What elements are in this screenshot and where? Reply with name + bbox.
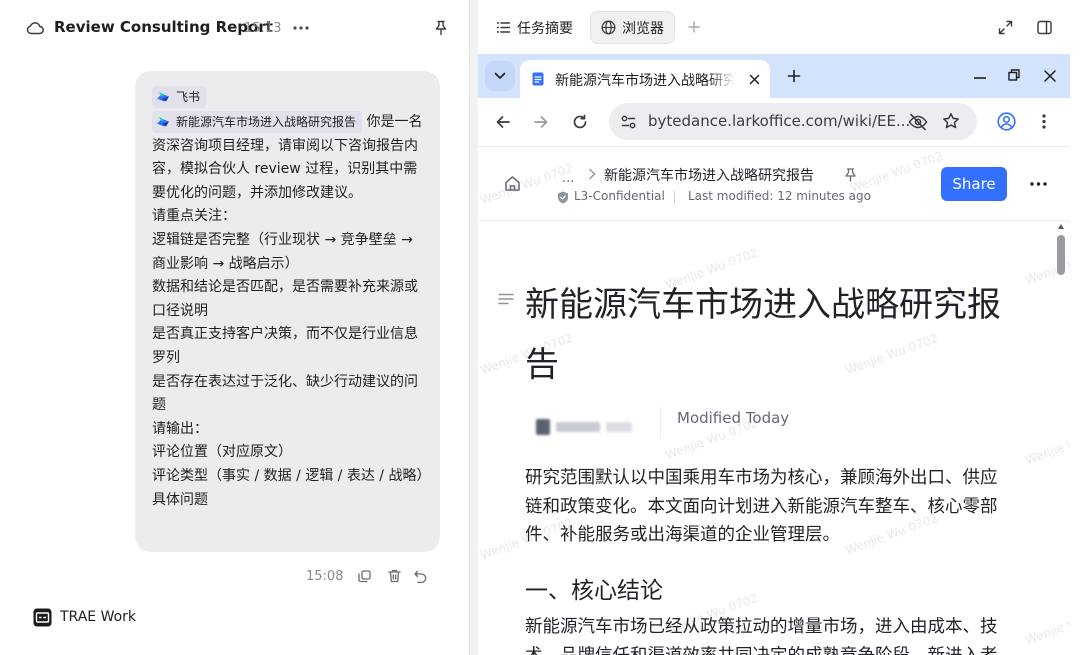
- output-heading: 请输出：: [152, 420, 208, 437]
- share-button[interactable]: Share: [941, 167, 1007, 201]
- trae-logo-icon: [33, 608, 52, 627]
- confidentiality-label[interactable]: L3-Confidential: [574, 189, 665, 203]
- web-page: ··· 新能源汽车市场进入战略研究报告 L3-Confidential Last…: [478, 146, 1070, 655]
- focus-item: 是否真正支持客户决策，而不仅是行业信息罗列: [152, 326, 418, 366]
- focus-heading: 请重点关注：: [152, 208, 236, 225]
- copy-icon[interactable]: [358, 570, 371, 583]
- author-redacted: [536, 413, 646, 441]
- pin-icon[interactable]: [844, 168, 857, 182]
- minimize-icon[interactable]: [974, 77, 986, 79]
- reload-icon[interactable]: [572, 114, 588, 130]
- site-info-icon[interactable]: [621, 115, 636, 129]
- tab-task-summary[interactable]: 任务摘要: [486, 11, 583, 44]
- output-item: 具体问题: [152, 491, 208, 508]
- doc-header: ··· 新能源汽车市场进入战略研究报告 L3-Confidential Last…: [478, 147, 1070, 221]
- output-item: 评论位置（对应原文）: [152, 444, 292, 461]
- restore-window-icon[interactable]: [1008, 69, 1020, 81]
- eye-off-icon[interactable]: [908, 113, 928, 131]
- close-tab-icon[interactable]: [749, 74, 760, 85]
- outline-menu-icon[interactable]: [498, 293, 514, 305]
- browser-tab-active[interactable]: 新能源汽车市场进入战略研究报告: [520, 60, 770, 98]
- new-tab-icon[interactable]: [787, 69, 801, 83]
- scroll-up-arrow-icon[interactable]: [1058, 224, 1064, 229]
- scrollbar-thumb[interactable]: [1057, 235, 1065, 275]
- more-options-icon[interactable]: [1030, 182, 1047, 186]
- body-paragraph: 研究范围默认以中国乘用车市场为核心，兼顾海外出口、供应链和政策变化。本文面向计划…: [525, 468, 998, 545]
- sidebar-toggle-icon[interactable]: [1037, 20, 1052, 35]
- trash-icon[interactable]: [388, 569, 401, 583]
- tab-label: 任务摘要: [517, 20, 573, 37]
- meta-divider: [674, 191, 675, 204]
- feishu-logo-icon: [156, 90, 170, 104]
- browser-tab-strip: 新能源汽车市场进入战略研究报告: [478, 54, 1070, 98]
- feishu-app-chip[interactable]: 飞书: [152, 86, 207, 108]
- profile-icon[interactable]: [997, 112, 1016, 131]
- browser-menu-icon[interactable]: [1042, 114, 1046, 129]
- focus-item: 是否存在表达过于泛化、缺少行动建议的问题: [152, 373, 418, 414]
- author-divider: [660, 407, 661, 439]
- doc-reference-chip[interactable]: 新能源汽车市场进入战略研究报告: [152, 111, 363, 133]
- undo-icon[interactable]: [414, 570, 427, 583]
- section-heading: 一、核心结论: [525, 578, 663, 604]
- breadcrumb-title[interactable]: 新能源汽车市场进入战略研究报告: [604, 165, 814, 185]
- chat-panel: Review Consulting Report 15:13 飞书 新能源汽车市…: [0, 0, 470, 655]
- brand-name: TRAE Work: [60, 609, 137, 625]
- forward-arrow-icon[interactable]: [533, 114, 549, 130]
- globe-icon: [601, 20, 616, 35]
- output-item: 评论类型（事实 / 数据 / 逻辑 / 表达 / 战略）: [152, 467, 431, 484]
- doc-favicon-icon: [531, 72, 545, 86]
- close-window-icon[interactable]: [1044, 70, 1056, 82]
- chevron-down-icon: [494, 72, 506, 80]
- shield-icon: [557, 191, 569, 204]
- star-icon[interactable]: [942, 112, 960, 130]
- brand: TRAE Work: [33, 607, 136, 627]
- feishu-app-label: 飞书: [176, 90, 201, 104]
- document-title: 新能源汽车市场进入战略研究报告: [525, 285, 1001, 385]
- browser-toolbar: bytedance.larkoffice.com/wiki/EE...: [478, 98, 1070, 146]
- home-icon[interactable]: [504, 175, 521, 192]
- watermark: Wenjie Wu 0702: [1023, 421, 1070, 468]
- list-icon: [496, 20, 511, 35]
- user-message-bubble: 飞书 新能源汽车市场进入战略研究报告 你是一名资深咨询项目经理，请审阅以下咨询报…: [135, 71, 440, 552]
- author-name-redacted: [606, 422, 632, 432]
- focus-item: 数据和结论是否匹配，是否需要补充来源或口径说明: [152, 279, 418, 319]
- feishu-logo-icon: [156, 115, 170, 129]
- workspace-tabs: 任务摘要 浏览器: [478, 0, 1080, 54]
- session-time: 15:13: [244, 21, 282, 36]
- session-title: Review Consulting Report: [54, 18, 273, 36]
- watermark: Wenjie Wu 0702: [1023, 601, 1070, 648]
- back-arrow-icon[interactable]: [495, 114, 511, 130]
- url-text: bytedance.larkoffice.com/wiki/EE...: [648, 112, 911, 130]
- author-name-redacted: [556, 422, 600, 432]
- tab-label: 浏览器: [622, 20, 664, 37]
- add-tab-icon[interactable]: [687, 20, 701, 34]
- body-paragraph: 新能源汽车市场已经从政策拉动的增量市场，进入由成本、技术、品牌信任和渠道效率共同…: [525, 617, 998, 655]
- browser-tab-title: 新能源汽车市场进入战略研究报告: [555, 73, 735, 89]
- message-time: 15:08: [306, 569, 344, 584]
- pin-icon[interactable]: [434, 20, 448, 36]
- last-modified-label: Last modified: 12 minutes ago: [688, 189, 871, 203]
- chat-header: Review Consulting Report 15:13: [0, 0, 470, 56]
- author-avatar: [536, 419, 550, 435]
- chevron-right-icon: [588, 168, 596, 180]
- cloud-icon: [26, 21, 44, 35]
- modified-today-label: Modified Today: [677, 409, 790, 427]
- address-bar[interactable]: bytedance.larkoffice.com/wiki/EE...: [609, 103, 977, 140]
- message-actions: 15:08: [306, 568, 436, 586]
- tab-search-button[interactable]: [485, 61, 515, 91]
- focus-item: 逻辑链是否完整（行业现状 → 竞争壁垒 → 商业影响 → 战略启示）: [152, 231, 413, 272]
- more-options-icon[interactable]: [293, 26, 309, 30]
- doc-reference-label: 新能源汽车市场进入战略研究报告: [176, 115, 357, 129]
- breadcrumb-more[interactable]: ···: [562, 175, 574, 190]
- tab-browser[interactable]: 浏览器: [590, 11, 675, 44]
- workspace-panel: 任务摘要 浏览器 新能源汽车市场进入战略研究报告: [478, 0, 1080, 655]
- expand-icon[interactable]: [998, 20, 1013, 35]
